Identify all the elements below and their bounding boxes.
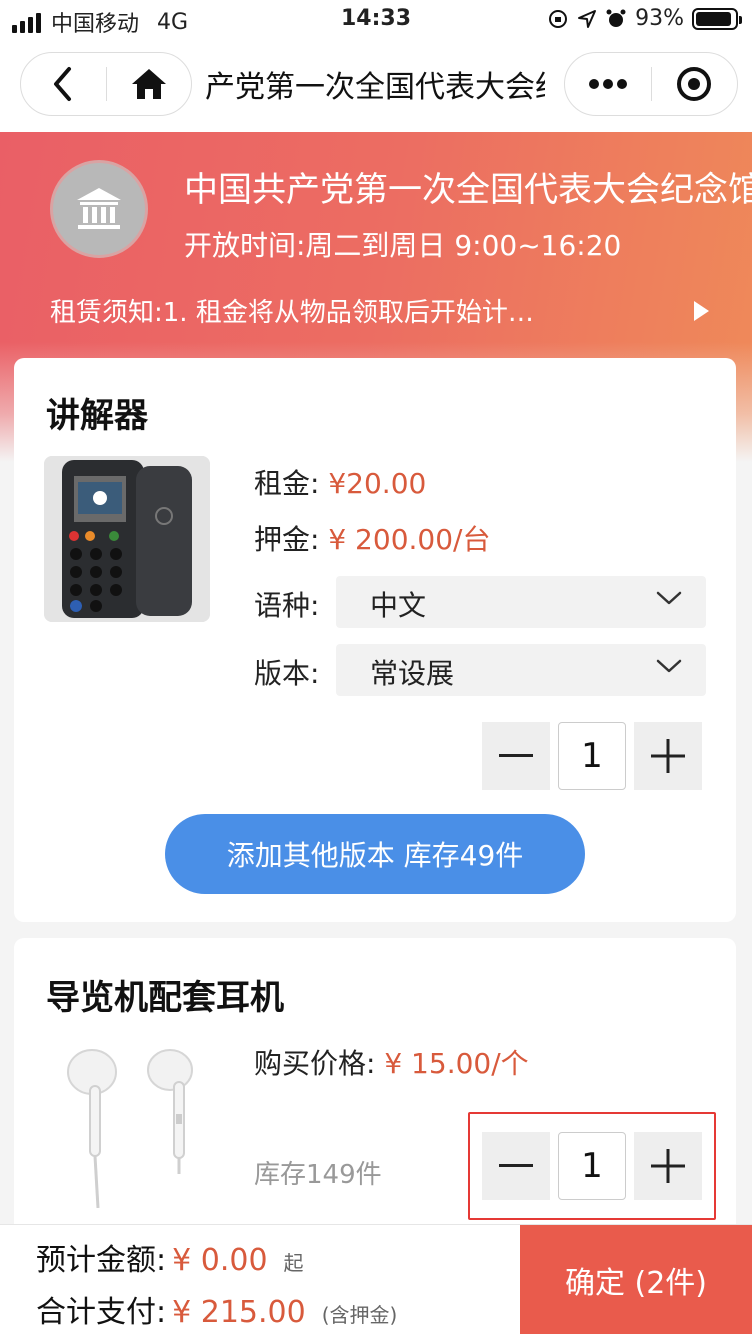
rental-notice-text: 租赁须知:1. 租金将从物品领取后开始计… [50,298,534,328]
estimate-value: ¥ 0.00 [172,1243,268,1278]
total-label: 合计支付: [36,1295,167,1330]
minus-icon [499,1164,533,1167]
estimate-note: 起 [283,1251,304,1275]
more-button[interactable] [565,53,651,115]
language-label: 语种: [254,589,320,622]
plus-icon [651,739,685,773]
purchase-price-label: 购买价格: [254,1047,376,1080]
rent-row: 租金: ¥20.00 [254,462,426,502]
earphones-stock: 库存149件 [254,1160,382,1190]
play-arrow-icon [694,301,709,321]
language-select[interactable]: 中文 [336,576,706,628]
increase-button[interactable] [634,722,702,790]
minus-icon [499,754,533,757]
version-value: 常设展 [370,657,455,690]
status-right: 93% [547,6,742,31]
rent-label: 租金: [254,467,320,500]
rotation-lock-icon [549,9,568,28]
card-title: 导览机配套耳机 [46,978,284,1018]
deposit-label: 押金: [254,523,320,556]
battery-icon [692,7,742,30]
location-icon [578,9,597,28]
back-button[interactable] [21,53,106,115]
language-value: 中文 [370,589,427,622]
card-title: 讲解器 [46,396,148,436]
decrease-button[interactable] [482,1132,550,1200]
battery-percent: 93% [635,6,684,31]
earphones-card: 导览机配套耳机 购买价格: ¥ 15.00/个 库存149件 1 [14,938,736,1238]
chevron-down-icon [656,591,682,605]
rental-notice[interactable]: 租赁须知:1. 租金将从物品领取后开始计… [50,292,710,332]
venue-name: 中国共产党第一次全国代表大会纪念馆 [184,170,752,210]
more-dots-icon [588,79,627,89]
rent-value: ¥20.00 [328,467,427,500]
page-title: 产党第一次全国代表大会纪念馆 [205,70,545,105]
close-miniprogram-button[interactable] [652,53,738,115]
target-circle-icon [677,67,712,101]
nav-capsule-left [20,52,192,116]
deposit-value: ¥ 200.00/台 [328,523,491,556]
add-version-button[interactable]: 添加其他版本 库存49件 [165,814,585,894]
deposit-row: 押金: ¥ 200.00/台 [254,518,490,558]
decrease-button[interactable] [482,722,550,790]
increase-button[interactable] [634,1132,702,1200]
museum-avatar [50,160,148,258]
status-bar: 中国移动 4G 14:33 93% [0,0,752,40]
estimate-row: 预计金额: ¥ 0.00 起 [36,1235,304,1279]
checkout-bar: 预计金额: ¥ 0.00 起 合计支付: ¥ 215.00 (含押金) 确定 (… [0,1224,752,1334]
guide-device-quantity-stepper: 1 [482,722,702,790]
version-label: 版本: [254,657,320,690]
plus-icon [651,1149,685,1183]
opening-hours: 开放时间:周二到周日 9:00~16:20 [184,229,622,262]
museum-icon [77,188,121,229]
nav-capsule-right [564,52,738,116]
estimate-label: 预计金额: [36,1243,167,1278]
chevron-down-icon [656,659,682,673]
alarm-icon [606,9,626,27]
total-row: 合计支付: ¥ 215.00 (含押金) [36,1287,397,1331]
quantity-input[interactable]: 1 [558,1132,626,1200]
guide-device-card: 讲解器 租金: ¥20.00 押金: ¥ 200.00/台 语种: 中文 版本:… [14,358,736,922]
chevron-left-icon [54,67,72,101]
quantity-input[interactable]: 1 [558,722,626,790]
home-button[interactable] [107,53,192,115]
purchase-price-row: 购买价格: ¥ 15.00/个 [254,1042,529,1082]
nav-bar: 产党第一次全国代表大会纪念馆 [0,40,752,132]
earphones-quantity-stepper: 1 [482,1132,702,1200]
guide-device-image [44,456,210,622]
earphones-image [54,1048,214,1209]
confirm-button[interactable]: 确定 (2件) [520,1225,752,1334]
home-icon [131,69,166,99]
version-select[interactable]: 常设展 [336,644,706,696]
total-note: (含押金) [321,1303,398,1327]
total-value: ¥ 215.00 [172,1295,306,1330]
purchase-price-value: ¥ 15.00/个 [384,1047,529,1080]
